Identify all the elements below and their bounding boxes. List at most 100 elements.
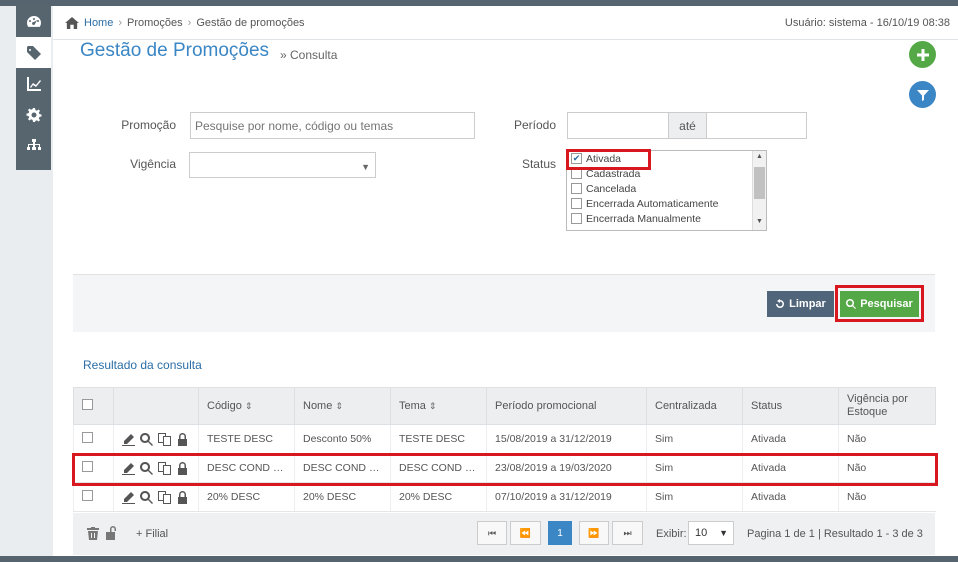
actions-header [113,387,199,425]
cell-status: Ativada [742,482,839,512]
highlight-row-2 [72,453,938,486]
periodo-start-input[interactable] [567,112,669,139]
vigencia-label: Vigência [130,157,176,171]
promocao-search-input[interactable] [190,112,475,139]
col-header-status: Status [742,387,839,425]
cell-periodo: 07/10/2019 a 31/12/2019 [486,482,647,512]
filter-button[interactable] [909,81,936,108]
search-icon[interactable] [140,432,153,446]
user-info: Usuário: sistema - 16/10/19 08:38 [784,17,950,29]
col-header-vigencia: Vigência por Estoque [838,387,936,425]
chevron-right-icon: › [118,17,123,29]
filial-link[interactable]: + Filial [136,528,168,540]
status-option-label: Cancelada [586,182,637,195]
scroll-down-icon[interactable]: ▼ [756,218,763,225]
sort-icon: ⇕ [335,401,343,411]
ate-addon: até [668,112,707,139]
row-checkbox[interactable] [82,432,93,443]
dashboard-icon [26,15,41,27]
edit-icon[interactable] [122,491,135,504]
breadcrumb-page: Gestão de promoções [196,17,305,29]
status-scrollbar[interactable]: ▲ ▼ [752,151,766,230]
edit-icon[interactable] [122,433,135,446]
page-title: Gestão de Promoções [80,40,270,61]
table-row[interactable]: TESTE DESC Desconto 50% TESTE DESC 15/08/20… [73,424,936,454]
copy-icon[interactable] [158,490,171,504]
cell-centralizada: Sim [646,424,743,454]
cell-centralizada: Sim [646,482,743,512]
top-bar: Home › Promoções › Gestão de promoções U… [53,6,958,40]
sitemap-icon [26,138,41,150]
status-option[interactable]: Encerrada Automaticamente [567,196,766,211]
breadcrumb: Home › Promoções › Gestão de promoções [65,17,305,29]
breadcrumb-section[interactable]: Promoções [127,17,183,29]
lock-icon[interactable] [176,432,189,446]
prev-page-button[interactable]: ⏪ [510,521,541,545]
select-all-cell [73,387,114,425]
sidebar-item-dashboard[interactable] [16,6,51,37]
periodo-end-input[interactable] [706,112,807,139]
chevron-right-icon: › [187,17,192,29]
cell-tema: 20% DESC [390,482,487,512]
highlight-pesquisar [835,285,924,322]
row-actions [113,424,199,454]
checkbox[interactable] [571,213,582,224]
current-page-button[interactable]: 1 [548,521,572,545]
first-page-button[interactable]: ⏮ [477,521,507,545]
caret-down-icon: ▼ [361,162,370,172]
col-header-nome[interactable]: Nome ⇕ [294,387,391,425]
breadcrumb-home[interactable]: Home [84,17,113,29]
row-actions [113,482,199,512]
checkbox[interactable] [571,198,582,209]
col-header-periodo: Período promocional [486,387,647,425]
cell-codigo: 20% DESC [198,482,295,512]
col-header-centralizada: Centralizada [646,387,743,425]
promocao-label: Promoção [121,118,176,132]
sidebar-item-promocoes[interactable] [16,37,51,68]
grid-footer: + Filial ⏮ ⏪ 1 ⏩ ⏭ Exibir: 10 ▼ Pagina 1… [73,513,935,555]
bottom-strip [0,556,958,562]
results-grid: Código ⇕ Nome ⇕ Tema ⇕ Período promocional … [73,387,936,512]
highlight-ativada [566,149,651,170]
caret-down-icon: ▼ [719,528,728,538]
sidebar-item-reports[interactable] [16,68,51,99]
resultado-label: Resultado da consulta [83,358,202,372]
select-all-checkbox[interactable] [82,399,93,410]
col-header-codigo[interactable]: Código ⇕ [198,387,295,425]
table-row[interactable]: 20% DESC 20% DESC 20% DESC 07/10/2019 a 31/… [73,482,936,512]
copy-icon[interactable] [158,432,171,446]
add-button[interactable] [909,41,936,68]
cell-codigo: TESTE DESC [198,424,295,454]
tag-icon [26,45,41,60]
gear-icon [26,107,41,122]
sort-icon: ⇕ [428,401,437,411]
cell-tema: TESTE DESC [390,424,487,454]
col-header-tema[interactable]: Tema ⇕ [390,387,487,425]
cell-vigencia: Não [838,424,936,454]
last-page-button[interactable]: ⏭ [612,521,643,545]
sidebar [16,6,51,170]
sidebar-item-hierarchy[interactable] [16,130,51,161]
status-option[interactable]: Encerrada Manualmente [567,211,766,226]
sidebar-item-settings[interactable] [16,99,51,130]
results-table: Código ⇕ Nome ⇕ Tema ⇕ Período promocional … [73,387,936,512]
lock-icon[interactable] [176,490,189,504]
row-checkbox[interactable] [82,490,93,501]
plus-icon [916,48,929,61]
search-icon[interactable] [140,490,153,504]
page-size-select[interactable]: 10 ▼ [688,521,734,545]
scroll-up-icon[interactable]: ▲ [756,153,763,160]
vigencia-select[interactable]: ▼ [189,152,376,178]
sort-icon: ⇕ [244,401,253,411]
exibir-label: Exibir: [656,528,687,540]
limpar-button[interactable]: Limpar [767,291,834,317]
table-header-row: Código ⇕ Nome ⇕ Tema ⇕ Período promocional … [73,387,936,425]
scroll-thumb[interactable] [754,167,765,199]
trash-icon[interactable] [87,527,99,540]
row-select-cell [73,482,114,512]
next-page-button[interactable]: ⏩ [579,521,609,545]
checkbox[interactable] [571,183,582,194]
unlock-icon[interactable] [106,526,119,540]
status-option[interactable]: Cancelada [567,181,766,196]
filter-icon [916,89,929,101]
